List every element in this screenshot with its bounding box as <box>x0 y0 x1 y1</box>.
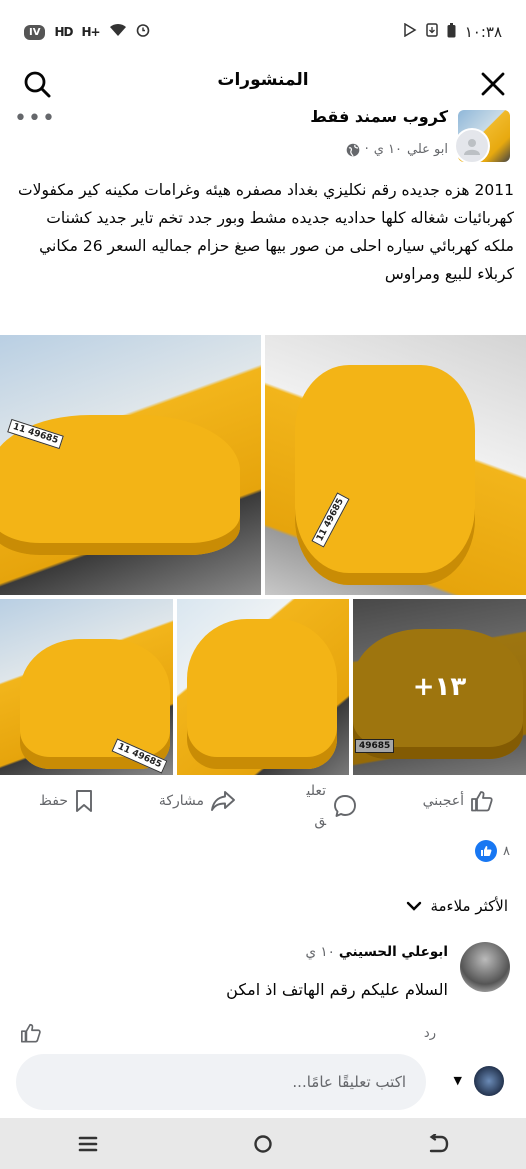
save-button[interactable]: حفظ <box>39 789 94 813</box>
status-chip: IV <box>24 24 46 40</box>
photo-5[interactable]: 49685 +١٣ <box>353 599 526 775</box>
comment-actions: رد <box>0 1022 526 1046</box>
author-avatar[interactable] <box>454 128 490 164</box>
save-label: حفظ <box>38 793 68 809</box>
thumbs-up-icon <box>471 791 493 812</box>
status-bar: IV HD H+ ١٠:٣٨ <box>0 0 526 64</box>
signal-indicator-2: H+ <box>81 25 100 39</box>
post-header: كروب سمند فقط ابو علي ١٠ ي · ••• <box>0 106 526 166</box>
app-header: المنشورات <box>0 62 526 106</box>
photo-2[interactable]: 11 49685 <box>265 335 526 595</box>
signal-indicator-1: HD <box>54 25 73 39</box>
status-right: ١٠:٣٨ <box>403 22 502 42</box>
car-shape <box>187 619 337 769</box>
home-icon <box>254 1134 272 1153</box>
meta-separator: · <box>364 142 369 157</box>
close-button[interactable] <box>476 67 510 101</box>
commenter-avatar[interactable] <box>460 942 510 992</box>
like-label: أعجبني <box>422 793 464 809</box>
post-text: 2011 هزه جديده رقم نكليزي بغداد مصفره هي… <box>18 181 514 283</box>
like-button[interactable]: أعجبني <box>423 789 494 813</box>
page-title: المنشورات <box>217 70 309 90</box>
photo-3[interactable]: 11 49685 <box>0 599 173 775</box>
status-left: IV HD H+ <box>24 23 150 41</box>
recent-apps-button[interactable] <box>58 1124 118 1164</box>
comment-input[interactable]: اكتب تعليقًا عامًا... <box>16 1054 426 1110</box>
clock-time: ١٠:٣٨ <box>464 23 502 41</box>
identity-dropdown-caret[interactable]: ▼ <box>454 1074 462 1087</box>
reaction-count: ٨ <box>503 843 510 859</box>
author-name[interactable]: ابو علي <box>407 142 448 157</box>
comment-sort-selector[interactable]: الأكثر ملاءمة <box>406 897 508 915</box>
chevron-down-icon <box>407 901 422 911</box>
play-store-icon <box>403 22 417 41</box>
system-nav-bar <box>0 1118 526 1169</box>
share-button[interactable]: مشاركة <box>159 789 236 813</box>
close-icon <box>481 72 505 96</box>
car-shape <box>20 639 170 769</box>
wifi-icon <box>109 23 127 41</box>
bookmark-icon <box>76 790 92 812</box>
comment-text: السلام عليكم رقم الهاتف اذ امكن <box>226 980 448 999</box>
home-button[interactable] <box>233 1124 293 1164</box>
like-reaction-icon <box>475 840 498 862</box>
comment-icon <box>334 795 356 817</box>
post-more-button[interactable]: ••• <box>14 106 56 131</box>
photo-gallery: 11 49685 11 49685 11 49685 49685 +١٣ <box>0 335 526 775</box>
share-label: مشاركة <box>158 793 204 809</box>
back-button[interactable] <box>408 1124 468 1164</box>
download-icon <box>425 23 438 41</box>
person-icon <box>464 139 480 155</box>
comment-label: تعليق <box>306 783 326 829</box>
sort-label: الأكثر ملاءمة <box>430 897 508 915</box>
more-photos-overlay[interactable]: +١٣ <box>353 599 526 775</box>
commenter-name-line: ابوعلي الحسيني١٠ ي <box>306 944 448 960</box>
reaction-summary[interactable]: ٨ <box>475 840 510 862</box>
group-name[interactable]: كروب سمند فقط <box>310 107 448 126</box>
comment-composer: اكتب تعليقًا عامًا... ▼ <box>0 1052 526 1118</box>
photo-1[interactable]: 11 49685 <box>0 335 261 595</box>
more-photos-count: +١٣ <box>412 672 467 702</box>
reply-button[interactable]: رد <box>424 1026 436 1041</box>
comment-like-button[interactable] <box>20 1022 42 1048</box>
photo-4[interactable] <box>177 599 349 775</box>
post-time[interactable]: ١٠ ي <box>374 142 402 157</box>
post-actions: أعجبني تعليق مشاركة حفظ <box>0 776 526 836</box>
share-icon <box>211 791 235 811</box>
comment-item: ابوعلي الحسيني١٠ ي السلام عليكم رقم الها… <box>0 940 526 1020</box>
car-shape <box>295 365 475 585</box>
battery-icon <box>447 22 456 42</box>
thumbs-up-icon <box>21 1023 41 1043</box>
comment-input-placeholder: اكتب تعليقًا عامًا... <box>292 1073 406 1091</box>
recent-apps-icon <box>78 1136 97 1151</box>
comment-button[interactable]: تعليق <box>296 776 358 836</box>
comment-time: ١٠ ي <box>305 944 335 960</box>
back-icon <box>429 1133 449 1152</box>
post-meta: ابو علي ١٠ ي · <box>346 142 448 157</box>
commenter-name[interactable]: ابوعلي الحسيني <box>339 944 448 960</box>
my-avatar[interactable] <box>474 1066 504 1096</box>
globe-icon <box>346 143 359 156</box>
alarm-icon <box>136 23 150 41</box>
